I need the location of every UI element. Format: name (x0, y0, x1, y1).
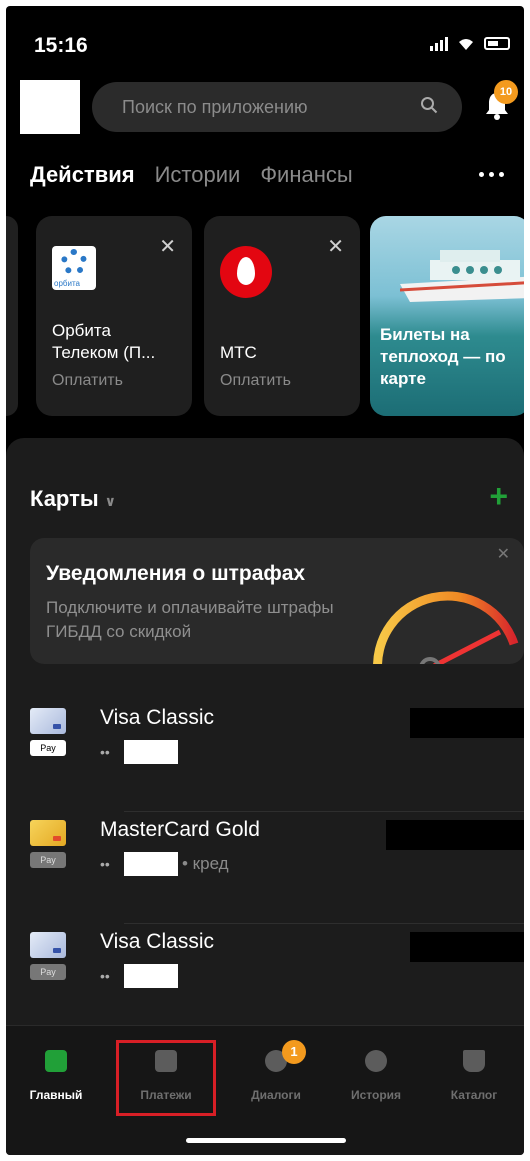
card-number-mask (124, 964, 178, 988)
clock-icon (365, 1050, 387, 1072)
highlight-box (116, 1040, 216, 1116)
apple-pay-badge: Pay (30, 964, 66, 980)
card-name: Visa Classic (100, 930, 214, 953)
nav-home[interactable]: Главный (6, 1050, 106, 1120)
nav-label: Каталог (450, 1088, 498, 1102)
status-icons (430, 36, 510, 51)
close-icon[interactable]: ✕ (497, 544, 510, 564)
orbita-logo: орбита (52, 246, 96, 290)
promo-card-boat-tickets[interactable]: Билеты на теплоход — по карте (370, 216, 524, 416)
card-thumbnail (30, 820, 66, 846)
search-icon (421, 97, 438, 114)
promo-title: Билеты на теплоход — по карте (380, 325, 506, 388)
card-thumbnail (30, 708, 66, 734)
dialogs-badge: 1 (282, 1040, 306, 1064)
orbita-brand-text: орбита (54, 279, 80, 288)
card-name: Visa Classic (100, 706, 214, 729)
card-balance-redacted (410, 932, 524, 962)
action-title: МТС (220, 343, 257, 362)
card-type-tag: • кред (182, 854, 229, 873)
apple-pay-badge: Pay (30, 740, 66, 756)
apple-pay-badge: Pay (30, 852, 66, 868)
chevron-down-icon: ∨ (104, 493, 117, 509)
actions-carousel: орбита ✕ Орбита Телеком (П... Оплатить ✕… (6, 216, 524, 416)
card-balance-redacted (410, 708, 524, 738)
card-name: MasterCard Gold (100, 818, 260, 841)
previous-card-stub[interactable] (6, 216, 18, 416)
action-card-mts[interactable]: ✕ МТС Оплатить (204, 216, 360, 416)
search-placeholder: Поиск по приложению (122, 97, 308, 117)
fines-banner-title: Уведомления о штрафах (46, 562, 306, 585)
action-subtitle: Оплатить (220, 372, 291, 389)
cards-title[interactable]: Карты ∨ (30, 486, 116, 512)
tab-bar: Действия Истории Финансы (30, 162, 353, 188)
boat-illustration (400, 250, 524, 302)
more-icon[interactable] (479, 172, 504, 177)
mts-logo (220, 246, 272, 298)
cart-icon (463, 1050, 485, 1072)
bottom-nav: Главный Платежи 1 Диалоги История Катало… (6, 1025, 524, 1155)
nav-label: История (350, 1088, 402, 1102)
profile-avatar[interactable] (20, 80, 80, 134)
status-time: 15:16 (34, 34, 88, 57)
action-card-orbita[interactable]: орбита ✕ Орбита Телеком (П... Оплатить (36, 216, 192, 416)
card-number-dots: •• (100, 744, 110, 760)
add-card-icon[interactable]: + (489, 478, 508, 515)
notification-badge: 10 (494, 80, 518, 104)
nav-history[interactable]: История (326, 1050, 426, 1120)
divider (124, 811, 524, 812)
cards-title-label: Карты (30, 486, 99, 511)
card-row[interactable]: Pay MasterCard Gold •• • кред (30, 814, 524, 924)
action-title: Орбита Телеком (П... (52, 321, 156, 362)
nav-dialogs[interactable]: 1 Диалоги (226, 1040, 326, 1120)
nav-label: Главный (29, 1088, 83, 1102)
nav-catalog[interactable]: Каталог (424, 1050, 524, 1120)
close-icon[interactable]: ✕ (159, 234, 176, 259)
signal-icon (430, 36, 448, 51)
search-input[interactable]: Поиск по приложению (92, 82, 462, 132)
speedometer-icon (373, 591, 519, 664)
tab-actions[interactable]: Действия (30, 162, 135, 188)
tab-stories[interactable]: Истории (155, 162, 241, 188)
card-thumbnail (30, 932, 66, 958)
home-icon (45, 1050, 67, 1072)
battery-icon (484, 37, 510, 50)
phone-screen: 15:16 Поиск по приложению 10 Действия Ис… (6, 6, 524, 1155)
wifi-icon (459, 39, 473, 50)
fines-banner-subtitle: Подключите и оплачивайте штрафы ГИБДД со… (46, 598, 334, 641)
card-balance-redacted (386, 820, 524, 850)
status-bar: 15:16 (6, 26, 524, 66)
divider (124, 923, 524, 924)
action-subtitle: Оплатить (52, 372, 123, 389)
card-number-mask (124, 852, 178, 876)
close-icon[interactable]: ✕ (327, 234, 344, 259)
card-number-dots: •• (100, 968, 110, 984)
card-row[interactable]: Pay Visa Classic •• (30, 926, 524, 1036)
nav-label: Диалоги (251, 1088, 301, 1102)
fines-banner[interactable]: Уведомления о штрафах Подключите и оплач… (30, 538, 524, 664)
cards-section: Карты ∨ + Уведомления о штрафах Подключит… (6, 438, 524, 1078)
home-indicator (186, 1138, 346, 1143)
card-number-mask (124, 740, 178, 764)
card-number-dots: •• (100, 856, 110, 872)
tab-finance[interactable]: Финансы (260, 162, 352, 188)
card-row[interactable]: Pay Visa Classic •• (30, 702, 524, 812)
header: Поиск по приложению 10 (6, 78, 524, 138)
